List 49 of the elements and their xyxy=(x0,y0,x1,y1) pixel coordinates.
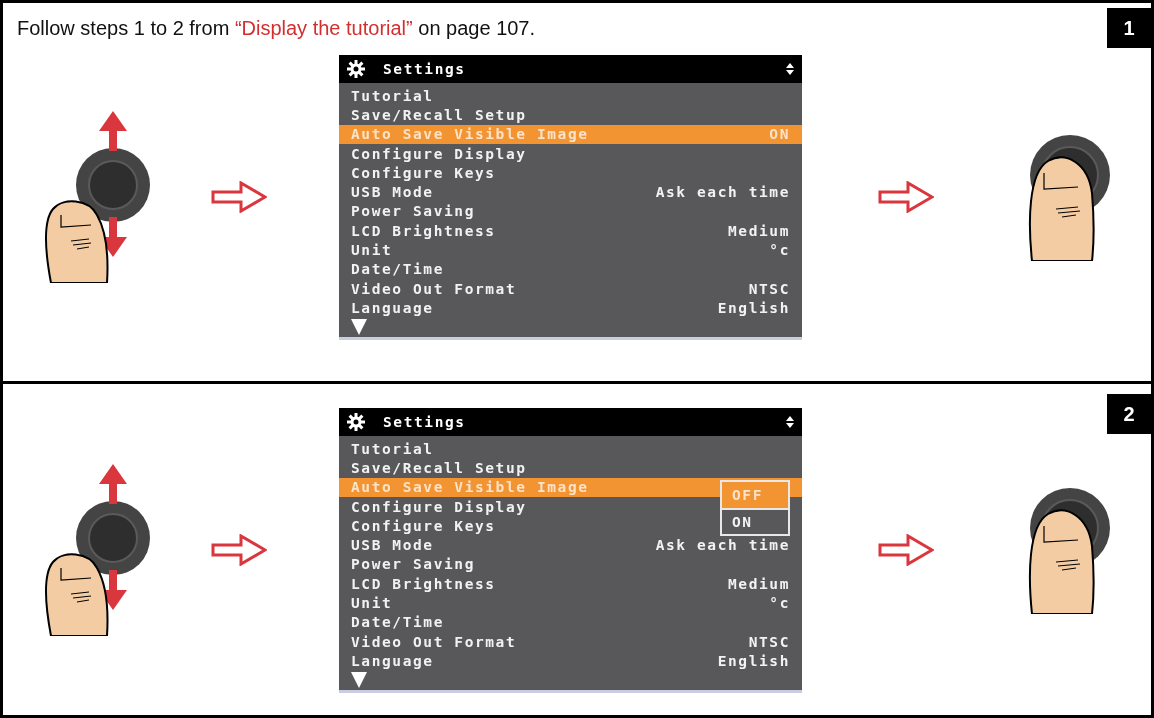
menu-item[interactable]: Configure Display xyxy=(339,496,539,517)
menu-item[interactable]: Save/Recall Setup xyxy=(339,458,539,478)
menu-item[interactable]: Power Saving xyxy=(339,201,487,222)
arrow-icon xyxy=(878,181,934,214)
menu-item[interactable]: USB Mode Ask each time xyxy=(339,535,802,555)
menu-item[interactable]: USB Mode Ask each time xyxy=(339,182,802,202)
menu-item[interactable]: Video Out Format NTSC xyxy=(339,631,802,652)
step-number: 1 xyxy=(1107,8,1151,48)
menu-item[interactable]: Configure Keys xyxy=(339,163,508,183)
menu-item-value: ON xyxy=(769,126,790,143)
menu-item[interactable]: Power Saving xyxy=(339,554,487,575)
menu-item[interactable]: Configure Display xyxy=(339,143,539,164)
menu-item[interactable]: Language English xyxy=(339,298,802,318)
menu-item[interactable]: LCD Brightness Medium xyxy=(339,574,802,594)
menu-item-value: °c xyxy=(769,242,790,258)
menu-item[interactable]: Save/Recall Setup xyxy=(339,105,539,125)
menu-item[interactable]: Unit °c xyxy=(339,593,802,613)
arrow-icon xyxy=(211,534,267,567)
scroll-updown-icon xyxy=(786,63,794,75)
tutorial-link[interactable]: “Display the tutorial” xyxy=(234,17,413,39)
menu-item[interactable]: Date/Time xyxy=(339,259,456,279)
scroll-down-icon xyxy=(351,318,367,335)
screen-title: Settings xyxy=(383,414,467,430)
menu-item[interactable]: Date/Time xyxy=(339,612,456,632)
arrow-icon xyxy=(211,181,267,214)
menu-item-value: English xyxy=(717,299,790,316)
menu-item[interactable]: Video Out Format NTSC xyxy=(339,278,802,299)
menu-item[interactable]: LCD Brightness Medium xyxy=(339,221,802,241)
step-number: 2 xyxy=(1107,394,1151,434)
menu-item-value: Medium xyxy=(728,222,790,239)
menu-item[interactable]: Unit °c xyxy=(339,240,802,260)
menu-item-value: °c xyxy=(769,595,790,611)
menu-item-value: NTSC xyxy=(748,633,790,650)
menu-item-value: Ask each time xyxy=(655,184,790,201)
menu-item-value: English xyxy=(717,652,790,669)
arrow-icon xyxy=(878,534,934,567)
menu-item[interactable]: Tutorial xyxy=(339,86,446,106)
scroll-updown-icon xyxy=(786,416,794,428)
menu-item-value: Medium xyxy=(728,575,790,592)
menu-item[interactable]: Language English xyxy=(339,651,802,671)
settings-icon xyxy=(347,60,365,78)
scroll-down-icon xyxy=(351,671,367,688)
screen-title: Settings xyxy=(383,61,467,77)
menu-item-value: NTSC xyxy=(748,280,790,297)
settings-icon xyxy=(347,413,365,431)
menu-item-value: Ask each time xyxy=(655,537,790,554)
menu-item[interactable]: Configure Keys xyxy=(339,516,508,536)
menu-item[interactable]: Tutorial xyxy=(339,439,446,459)
instruction-text: Follow steps 1 to 2 from “Display the tutorial” on page 107. xyxy=(17,17,536,39)
